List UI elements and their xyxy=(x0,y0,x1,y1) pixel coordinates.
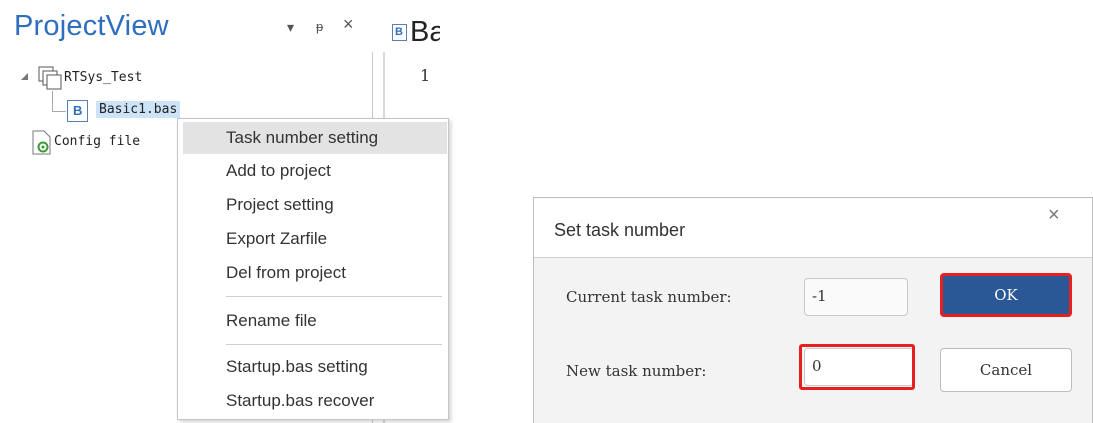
menu-item-export-zarfile[interactable]: Export Zarfile xyxy=(178,223,448,255)
dialog-close-icon[interactable]: × xyxy=(1048,204,1060,227)
project-icon xyxy=(38,66,62,90)
menu-item-startup-setting[interactable]: Startup.bas setting xyxy=(178,351,448,383)
basic-file-icon: B xyxy=(392,24,407,41)
tree-connector xyxy=(52,111,66,112)
current-task-number-field: -1 xyxy=(804,278,908,316)
ok-button[interactable]: OK xyxy=(940,273,1072,317)
new-task-number-input[interactable]: 0 xyxy=(804,348,914,386)
editor-tab-title[interactable]: Basic1.bas xyxy=(410,16,440,49)
new-task-number-label: New task number: xyxy=(566,362,707,380)
dialog-title: Set task number xyxy=(554,220,686,240)
menu-item-add-to-project[interactable]: Add to project xyxy=(178,155,448,187)
project-view-title: ProjectView xyxy=(14,10,169,42)
config-file-icon xyxy=(32,130,51,155)
menu-item-project-setting[interactable]: Project setting xyxy=(178,189,448,221)
collapse-arrow-icon[interactable] xyxy=(20,72,30,82)
menu-item-startup-recover[interactable]: Startup.bas recover xyxy=(178,385,448,417)
context-menu: Task number setting Add to project Proje… xyxy=(177,118,449,420)
pin-icon[interactable]: ᵽ xyxy=(316,20,323,34)
dialog-body: Current task number: -1 OK New task numb… xyxy=(534,257,1092,423)
tree-item-config[interactable]: Config file xyxy=(54,134,140,149)
cancel-button[interactable]: Cancel xyxy=(940,348,1072,392)
close-icon[interactable]: × xyxy=(343,15,354,33)
line-number: 1 xyxy=(420,66,431,85)
tree-item-basic1[interactable]: Basic1.bas xyxy=(96,101,181,118)
basic-file-icon: B xyxy=(67,100,88,122)
tree-connector xyxy=(52,91,53,111)
menu-item-rename-file[interactable]: Rename file xyxy=(178,305,448,337)
current-task-number-label: Current task number: xyxy=(566,288,732,306)
tree-item-project[interactable]: RTSys_Test xyxy=(64,70,142,85)
set-task-number-dialog: Set task number × Current task number: -… xyxy=(533,197,1093,423)
menu-separator xyxy=(226,296,442,297)
menu-item-task-number-setting[interactable]: Task number setting xyxy=(183,122,447,154)
dropdown-icon[interactable]: ▾ xyxy=(287,20,294,34)
menu-separator xyxy=(226,344,442,345)
menu-item-del-from-project[interactable]: Del from project xyxy=(178,257,448,289)
